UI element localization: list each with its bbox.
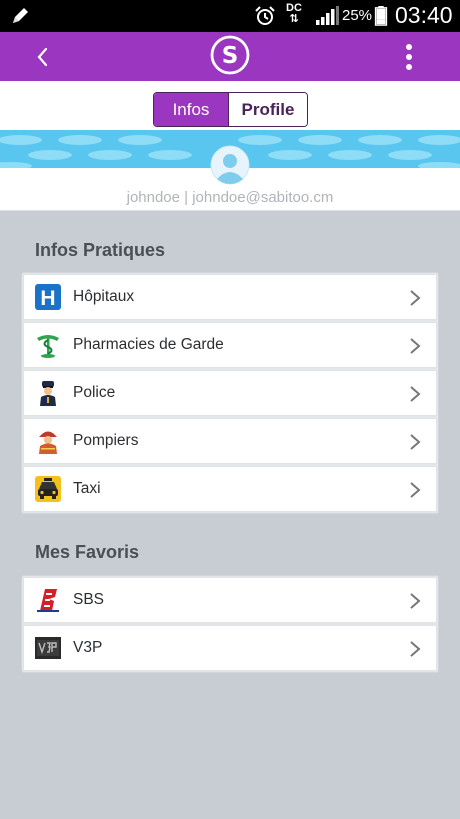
list-item-taxi[interactable]: Taxi bbox=[23, 466, 437, 512]
list-item-hopitaux[interactable]: H Hôpitaux bbox=[23, 274, 437, 320]
list-item-label: Pompiers bbox=[73, 432, 139, 449]
firefighter-icon bbox=[39, 431, 57, 454]
chevron-right-icon bbox=[410, 290, 421, 306]
alarm-clock-icon bbox=[255, 6, 275, 25]
sbs-logo-icon bbox=[35, 587, 61, 613]
network-type-indicator: DC ⇅ bbox=[286, 3, 302, 25]
list-item-sbs[interactable]: SBS bbox=[23, 577, 437, 623]
chevron-right-icon bbox=[410, 386, 421, 402]
signal-strength-icon bbox=[316, 6, 339, 25]
list-item-pharmacies[interactable]: Pharmacies de Garde bbox=[23, 322, 437, 368]
list-item-pompiers[interactable]: Pompiers bbox=[23, 418, 437, 464]
profile-header: Infos Profile johndoe | johndoe@sabitoo.… bbox=[0, 81, 460, 211]
taxi-icon bbox=[35, 476, 61, 502]
list-item-label: Pharmacies de Garde bbox=[73, 336, 224, 353]
v3p-logo-icon bbox=[35, 637, 61, 659]
battery-icon bbox=[374, 6, 388, 26]
mes-favoris-list: SBS V3P bbox=[21, 575, 439, 673]
tab-profile[interactable]: Profile bbox=[229, 93, 307, 126]
more-options-icon[interactable] bbox=[396, 42, 422, 72]
list-item-police[interactable]: Police bbox=[23, 370, 437, 416]
infos-pratiques-list: H Hôpitaux Pharmacies de Garde Police Po… bbox=[21, 272, 439, 514]
chevron-right-icon bbox=[410, 482, 421, 498]
battery-percent: 25% bbox=[342, 7, 373, 24]
tab-infos[interactable]: Infos bbox=[154, 93, 229, 126]
app-logo-icon: S bbox=[210, 35, 250, 75]
app-logo-letter: S bbox=[222, 43, 239, 69]
hospital-icon: H bbox=[35, 284, 61, 310]
back-arrow-icon[interactable] bbox=[30, 44, 56, 70]
list-item-label: Taxi bbox=[73, 480, 101, 497]
status-bar: DC ⇅ 25% 03:40 bbox=[0, 0, 460, 32]
app-bar: S bbox=[0, 32, 460, 81]
section-title-infos-pratiques: Infos Pratiques bbox=[35, 240, 166, 260]
user-identity: johndoe | johndoe@sabitoo.cm bbox=[126, 189, 334, 206]
pencil-icon bbox=[13, 8, 28, 23]
segmented-tabs: Infos Profile bbox=[153, 92, 308, 127]
data-activity-icon: ⇅ bbox=[289, 13, 299, 25]
section-title-mes-favoris: Mes Favoris bbox=[35, 542, 140, 562]
chevron-right-icon bbox=[410, 593, 421, 609]
chevron-right-icon bbox=[410, 641, 421, 657]
list-item-label: Police bbox=[73, 384, 116, 401]
clock: 03:40 bbox=[395, 2, 453, 28]
svg-text:H: H bbox=[40, 287, 55, 310]
chevron-right-icon bbox=[410, 338, 421, 354]
user-avatar-icon[interactable] bbox=[210, 145, 250, 185]
list-item-label: V3P bbox=[73, 639, 103, 656]
list-item-v3p[interactable]: V3P bbox=[23, 625, 437, 671]
chevron-right-icon bbox=[410, 434, 421, 450]
list-item-label: SBS bbox=[73, 591, 105, 608]
pharmacy-caduceus-icon bbox=[37, 335, 59, 358]
police-officer-icon bbox=[40, 381, 56, 406]
list-item-label: Hôpitaux bbox=[73, 288, 135, 305]
